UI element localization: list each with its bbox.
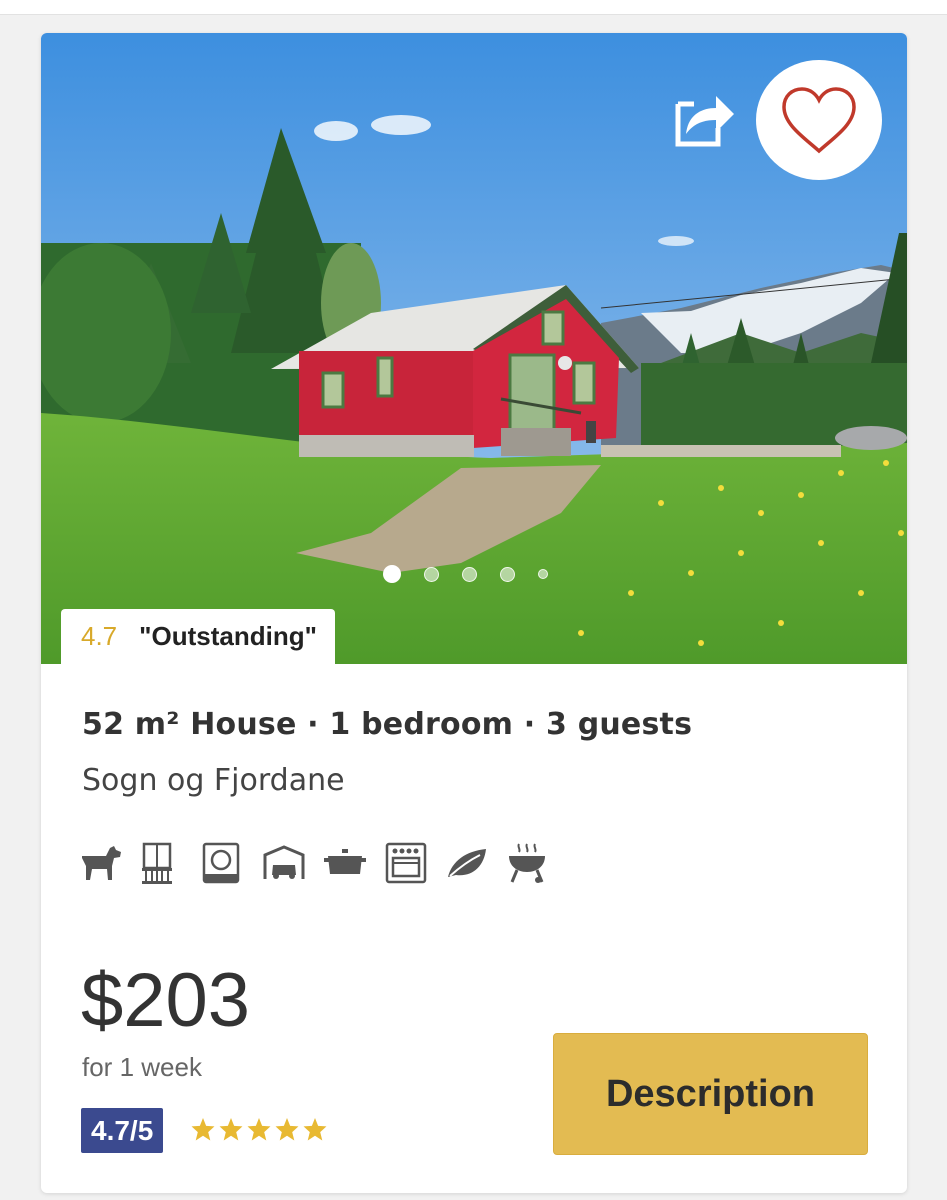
- dog-icon: [80, 838, 141, 888]
- rating-label: "Outstanding": [139, 621, 317, 651]
- share-button[interactable]: [672, 90, 736, 150]
- star-rating: [190, 1117, 328, 1142]
- star-icon: [247, 1118, 271, 1141]
- carousel-dot[interactable]: [538, 569, 548, 579]
- star-icon: [219, 1118, 243, 1141]
- listing-title[interactable]: 52 m² House · 1 bedroom · 3 guests: [82, 707, 692, 742]
- barbecue-icon: [507, 838, 568, 888]
- balcony-icon: [141, 838, 202, 888]
- price: $203: [81, 958, 251, 1043]
- star-icon: [275, 1118, 299, 1141]
- carousel-dots[interactable]: [383, 564, 548, 584]
- price-period: for 1 week: [82, 1052, 202, 1082]
- carousel-dot[interactable]: [424, 566, 439, 582]
- cooking-pot-icon: [324, 838, 385, 888]
- garage-icon: [263, 838, 324, 888]
- dishwasher-icon: [202, 838, 263, 888]
- carousel-dot[interactable]: [462, 566, 477, 582]
- score-badge: 4.7/5: [81, 1108, 164, 1153]
- oven-icon: [385, 838, 446, 888]
- listing-photo[interactable]: 4.7 "Outstanding": [41, 33, 907, 664]
- carousel-dot[interactable]: [500, 566, 515, 582]
- review-rating-tag: 4.7 "Outstanding": [61, 609, 335, 664]
- amenities-list: [80, 838, 568, 888]
- description-button[interactable]: Description: [553, 1033, 868, 1155]
- leaf-icon: [446, 838, 507, 888]
- favorite-button[interactable]: [756, 60, 882, 180]
- carousel-dot[interactable]: [383, 565, 401, 583]
- star-icon: [303, 1118, 327, 1141]
- previous-card-edge: [0, 0, 947, 15]
- listing-card[interactable]: 4.7 "Outstanding" 52 m² House · 1 bedroo…: [41, 33, 907, 1193]
- star-icon: [191, 1118, 215, 1141]
- heart-icon: [782, 87, 856, 154]
- listing-location: Sogn og Fjordane: [82, 763, 345, 798]
- rating-value: 4.7: [81, 621, 118, 651]
- share-icon: [675, 96, 734, 147]
